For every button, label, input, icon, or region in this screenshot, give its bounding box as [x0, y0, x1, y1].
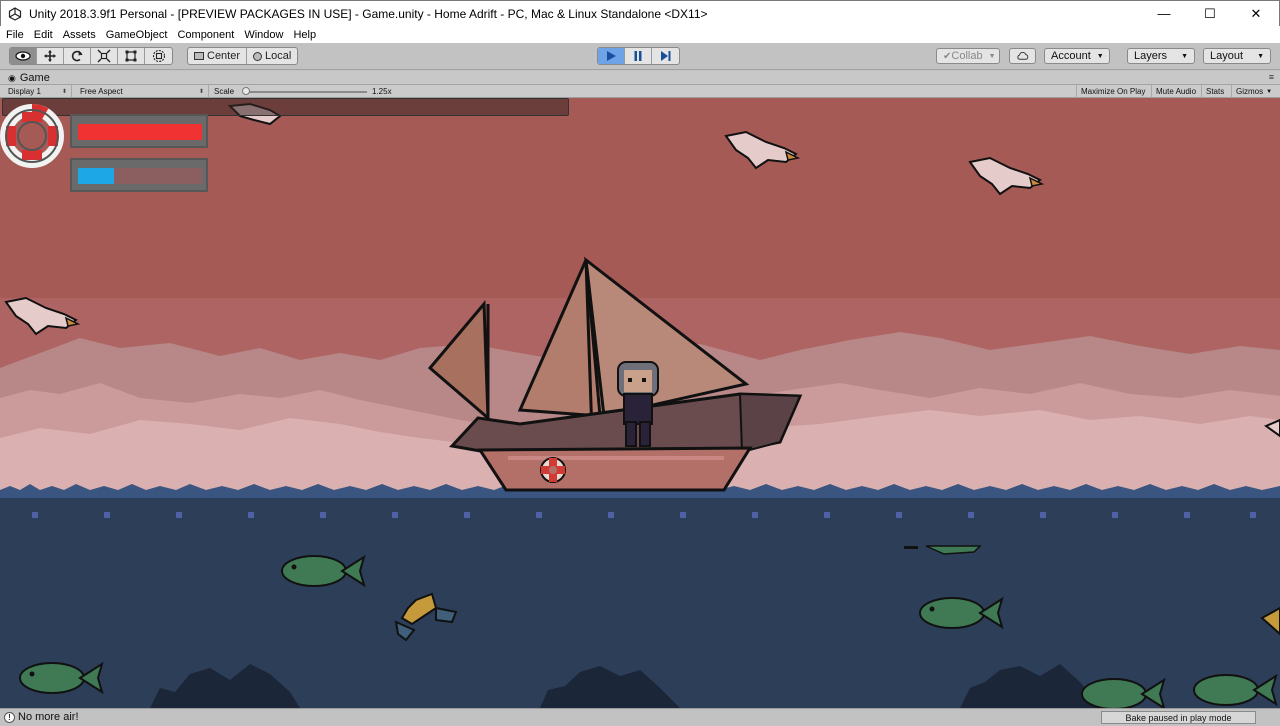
- aspect-dropdown[interactable]: Free Aspect ⬍: [76, 85, 209, 98]
- menu-gameobject[interactable]: GameObject: [101, 29, 173, 41]
- menu-file[interactable]: File: [0, 29, 29, 41]
- air-bar-fill: [78, 168, 114, 184]
- rotate-icon[interactable]: [64, 48, 91, 64]
- status-message[interactable]: No more air!: [18, 711, 79, 723]
- layers-label: Layers: [1134, 50, 1168, 62]
- window-titlebar: Unity 2018.3.9f1 Personal - [PREVIEW PAC…: [0, 0, 1280, 26]
- collab-icon: ✔: [943, 50, 952, 62]
- hand-eye-icon[interactable]: [10, 48, 37, 64]
- menu-bar: File Edit Assets GameObject Component Wi…: [0, 26, 1280, 43]
- gizmos-label: Gizmos: [1236, 87, 1264, 96]
- chevron-down-icon: ▼: [1096, 52, 1104, 60]
- pivot-local-button[interactable]: Local: [247, 48, 297, 64]
- pivot-local-icon: [253, 51, 263, 61]
- tab-game-label: Game: [19, 72, 50, 84]
- window-title: Unity 2018.3.9f1 Personal - [PREVIEW PAC…: [29, 6, 708, 21]
- menu-assets[interactable]: Assets: [58, 29, 101, 41]
- chevron-down-icon: ▼: [1257, 52, 1264, 60]
- mute-audio-toggle[interactable]: Mute Audio: [1151, 85, 1200, 98]
- menu-edit[interactable]: Edit: [29, 29, 58, 41]
- main-toolbar: Center Local ✔ Collab ▼ Account ▼ Layers…: [0, 43, 1280, 70]
- play-icon: [607, 51, 616, 61]
- cloud-button[interactable]: [1009, 48, 1036, 64]
- chevron-down-icon: ▼: [1181, 52, 1188, 60]
- stats-label: Stats: [1206, 87, 1225, 96]
- pivot-center-label: Center: [207, 50, 241, 62]
- chevron-updown-icon: ⬍: [198, 89, 204, 95]
- minimize-button[interactable]: —: [1141, 1, 1187, 27]
- layers-dropdown[interactable]: Layers ▼: [1127, 48, 1195, 64]
- display-dropdown[interactable]: Display 1 ⬍: [4, 85, 72, 98]
- maximize-button[interactable]: ☐: [1187, 1, 1233, 27]
- scale-value: 1.25x: [372, 87, 392, 96]
- bake-status: Bake paused in play mode: [1101, 711, 1256, 724]
- close-button[interactable]: ✕: [1233, 1, 1279, 27]
- status-bar: ! No more air! Bake paused in play mode: [0, 708, 1280, 726]
- scale-icon[interactable]: [91, 48, 118, 64]
- scale-slider-track[interactable]: [243, 91, 367, 93]
- play-button[interactable]: [598, 48, 625, 64]
- game-controller-icon: ◉: [8, 72, 16, 83]
- pause-icon: [634, 51, 642, 61]
- gizmos-dropdown[interactable]: Gizmos ▼: [1231, 85, 1280, 98]
- move-icon[interactable]: [37, 48, 64, 64]
- transform-all-icon[interactable]: [145, 48, 172, 64]
- tab-menu-icon[interactable]: ≡: [1269, 72, 1274, 82]
- pivot-center-button[interactable]: Center: [188, 48, 248, 64]
- lifebuoy-icon: [0, 104, 64, 168]
- transform-tools: [9, 47, 173, 65]
- chevron-down-icon: ▼: [1266, 88, 1273, 95]
- layout-label: Layout: [1210, 50, 1244, 62]
- game-tab-bar: ◉ Game ≡: [0, 71, 1280, 85]
- step-icon: [660, 51, 670, 61]
- pivot-controls: Center Local: [187, 47, 299, 65]
- pivot-center-icon: [194, 52, 204, 60]
- air-bar: [70, 158, 208, 192]
- layout-dropdown[interactable]: Layout ▼: [1203, 48, 1271, 64]
- collab-dropdown[interactable]: ✔ Collab ▼: [936, 48, 1000, 64]
- stats-toggle[interactable]: Stats: [1201, 85, 1228, 98]
- info-icon: !: [4, 712, 15, 723]
- aspect-label: Free Aspect: [80, 87, 123, 96]
- play-controls: [597, 47, 680, 65]
- collab-label: Collab: [951, 50, 983, 62]
- game-viewport[interactable]: [0, 98, 1280, 708]
- pause-button[interactable]: [625, 48, 652, 64]
- scale-label: Scale: [214, 87, 235, 96]
- account-dropdown[interactable]: Account ▼: [1044, 48, 1110, 64]
- display-label: Display 1: [8, 87, 41, 96]
- mute-audio-label: Mute Audio: [1156, 87, 1197, 96]
- maximize-on-play-label: Maximize On Play: [1081, 87, 1146, 96]
- health-bar-fill: [78, 124, 202, 140]
- chevron-down-icon: ▼: [988, 52, 996, 60]
- account-label: Account: [1051, 50, 1091, 62]
- scale-slider-handle[interactable]: [242, 87, 251, 95]
- menu-help[interactable]: Help: [288, 29, 321, 41]
- game-view-toolbar: Display 1 ⬍ Free Aspect ⬍ Scale 1.25x Ma…: [0, 85, 1280, 98]
- pivot-local-label: Local: [265, 50, 292, 62]
- menu-component[interactable]: Component: [172, 29, 239, 41]
- unity-logo-icon: [7, 6, 23, 22]
- cloud-icon: [1017, 52, 1029, 60]
- rect-icon[interactable]: [118, 48, 145, 64]
- tab-game[interactable]: ◉ Game: [4, 71, 50, 85]
- maximize-on-play-toggle[interactable]: Maximize On Play: [1076, 85, 1149, 98]
- menu-window[interactable]: Window: [239, 29, 288, 41]
- health-bar: [70, 114, 208, 148]
- step-button[interactable]: [652, 48, 679, 64]
- air-bar-track: [78, 168, 202, 184]
- health-bar-track: [78, 124, 202, 140]
- chevron-updown-icon: ⬍: [61, 89, 67, 95]
